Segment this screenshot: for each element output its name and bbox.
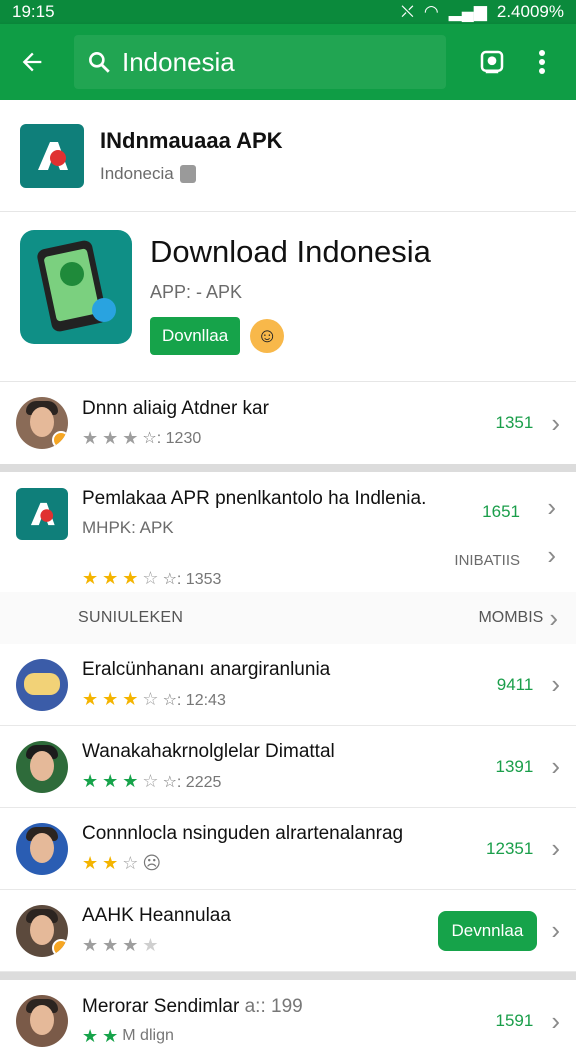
item-detail: INIBATIIS	[454, 552, 520, 569]
item-count: 1351	[495, 413, 534, 432]
top-app-name: INdnmauaaa APK	[100, 127, 283, 153]
overflow-menu-button[interactable]	[530, 42, 554, 82]
section-more[interactable]: MOMBIS ›	[478, 603, 558, 634]
avatar	[16, 658, 68, 711]
list-item[interactable]: Pemlakaa APR pnenlkantolo ha Indlenia. M…	[0, 472, 576, 592]
item-title: Connnlocla nsinguden alrartenalanrag	[82, 823, 404, 844]
section-label: SUNIULEKEN	[78, 609, 184, 626]
rating: ★ ★ ☆ ☹	[82, 853, 162, 873]
voice-search-button[interactable]	[472, 42, 512, 82]
featured-title: Download Indonesia	[150, 234, 431, 269]
battery-text: 2.4009%	[496, 2, 564, 21]
list-item[interactable]: Eralcünhananı anargiranlunia ★ ★ ★ ☆ ☆: 12:…	[0, 644, 576, 726]
status-icons: ⛌ ◠ ▂▄▆ 2.4009%	[401, 2, 564, 22]
list-card: Pemlakaa APR pnenlkantolo ha Indlenia. M…	[0, 472, 576, 972]
item-title: Merorar Sendimlar a:: 199	[82, 995, 303, 1017]
chevron-right-icon[interactable]: ›	[551, 669, 560, 700]
item-count: 12351	[486, 838, 534, 858]
app-bar: Indonesia	[0, 24, 576, 100]
more-vert-icon	[539, 50, 545, 74]
smile-emoji-icon: ☺	[250, 319, 285, 353]
item-title: Wanakahakrnolglelar Dimattal	[82, 741, 335, 762]
featured-app[interactable]: Download Indonesia APP: - APK Dovnllaa ☺	[0, 212, 576, 382]
search-icon	[86, 49, 112, 75]
status-bar: 19:15 ⛌ ◠ ▂▄▆ 2.4009%	[0, 0, 576, 24]
divider	[0, 972, 576, 980]
download-button[interactable]: Dovnllaa	[150, 317, 241, 355]
back-button[interactable]	[12, 42, 52, 82]
download-button[interactable]: Devnnlaa	[437, 910, 538, 951]
item-title: AAHK Heannulaa	[82, 905, 231, 926]
mic-icon	[480, 50, 504, 74]
chevron-right-icon[interactable]: ›	[547, 492, 556, 523]
status-time: 19:15	[12, 2, 55, 21]
rating: ★ ★ ★ ☆ ☆: 1353	[82, 568, 222, 588]
list-item[interactable]: Connnlocla nsinguden alrartenalanrag ★ ★ ☆…	[0, 808, 576, 890]
chevron-right-icon[interactable]: ›	[551, 1006, 560, 1037]
item-count: 9411	[496, 674, 534, 694]
top-app-row[interactable]: INdnmauaaa APK Indonecia	[0, 100, 576, 212]
phone-icon	[37, 240, 116, 332]
nfc-icon: ⛌	[401, 2, 414, 21]
item-count: 1651	[482, 502, 520, 521]
back-arrow-icon	[22, 52, 42, 72]
list-card: Merorar Sendimlar a:: 199 ★ ★ M dlign 159…	[0, 980, 576, 1062]
chevron-right-icon[interactable]: ›	[551, 751, 560, 782]
wifi-icon: ◠	[423, 2, 439, 21]
rating: ★ ★ ★ ★	[82, 935, 159, 955]
list-item[interactable]: Wanakahakrnolglelar Dimattal ★ ★ ★ ☆ ☆: 222…	[0, 726, 576, 808]
badge-icon	[52, 938, 68, 957]
top-result-card[interactable]: INdnmauaaa APK Indonecia Download Indone…	[0, 100, 576, 464]
app-logo	[16, 488, 68, 540]
chevron-right-icon[interactable]: ›	[551, 408, 560, 439]
search-text: Indonesia	[122, 46, 235, 77]
chevron-right-icon[interactable]: ›	[551, 833, 560, 864]
item-count: 1591	[495, 1011, 534, 1030]
results-content: INdnmauaaa APK Indonecia Download Indone…	[0, 100, 576, 1062]
search-field[interactable]: Indonesia	[74, 35, 446, 89]
developer-badge-icon	[179, 164, 196, 183]
list-item[interactable]: Dnnn aliaig Atdner kar ★ ★ ★ ☆: 1230 1351 …	[0, 382, 576, 464]
rating: ★ ★ ★ ☆ ☆: 12:43	[82, 689, 226, 709]
rating: ★ ★ M dlign	[82, 1025, 174, 1046]
chevron-right-icon: ›	[549, 602, 558, 633]
apk-logo-icon	[30, 502, 55, 526]
emoji-icon: ☹	[142, 853, 162, 873]
rating: ★ ★ ★ ☆: 1230	[82, 427, 202, 448]
divider	[0, 464, 576, 472]
chevron-right-icon[interactable]: ›	[547, 540, 556, 571]
signal-icon: ▂▄▆	[448, 2, 487, 21]
item-title: Dnnn aliaig Atdner kar	[82, 397, 269, 419]
avatar	[16, 904, 68, 957]
rating: ★ ★ ★ ☆ ☆: 2225	[82, 771, 222, 791]
top-app-sub: Indonecia	[100, 164, 283, 184]
apk-logo-icon	[38, 141, 68, 170]
avatar	[16, 740, 68, 793]
chevron-right-icon[interactable]: ›	[551, 915, 560, 946]
list-item[interactable]: Merorar Sendimlar a:: 199 ★ ★ M dlign 159…	[0, 980, 576, 1062]
avatar	[16, 822, 68, 875]
item-count: 1391	[495, 756, 534, 776]
featured-app-image	[20, 230, 132, 344]
section-header: SUNIULEKEN MOMBIS ›	[0, 592, 576, 644]
app-logo	[20, 123, 84, 188]
featured-sub: APP: - APK	[150, 282, 243, 302]
avatar	[16, 397, 68, 449]
avatar	[16, 995, 68, 1047]
list-item[interactable]: AAHK Heannulaa ★ ★ ★ ★ Devnnlaa ›	[0, 890, 576, 972]
badge-icon	[52, 431, 68, 449]
item-title: Eralcünhananı anargiranlunia	[82, 659, 331, 680]
